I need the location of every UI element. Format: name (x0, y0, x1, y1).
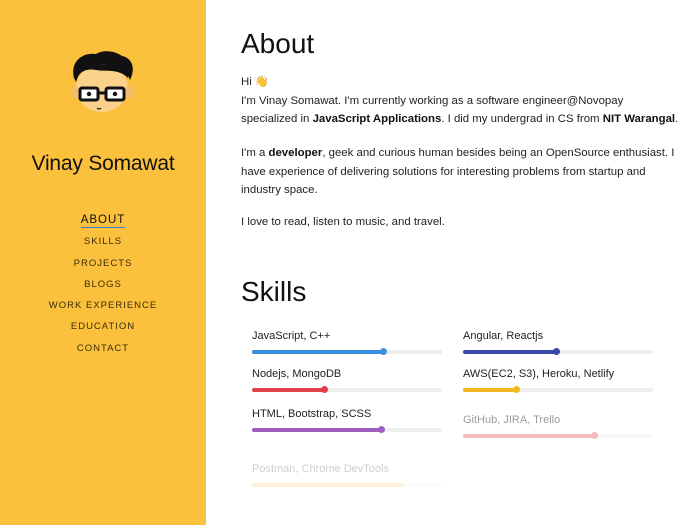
nav-item-contact[interactable]: CONTACT (0, 338, 206, 359)
sidebar-nav: ABOUT SKILLS PROJECTS BLOGS WORK EXPERIE… (0, 210, 206, 359)
nav-item-education[interactable]: EDUCATION (0, 316, 206, 337)
skill-bar (252, 426, 442, 433)
skill-bar-knob (553, 348, 561, 355)
skill-bar-knob (591, 432, 599, 439)
about-developer: I'm a developer, geek and curious human … (241, 144, 681, 200)
about-greeting: Hi 👋 (241, 76, 270, 88)
skill-bar (252, 348, 442, 355)
skill-item: JavaScript, C++ (252, 330, 444, 355)
skill-bar-fill (252, 350, 384, 354)
skill-label: JavaScript, C++ (252, 330, 331, 342)
skill-item: GitHub, JIRA, Trello (463, 414, 655, 439)
skill-item: Angular, Reactjs (463, 330, 655, 355)
nav-item-projects[interactable]: PROJECTS (0, 253, 206, 274)
nav-item-skills[interactable]: SKILLS (0, 231, 206, 252)
nav-item-about[interactable]: ABOUT (0, 210, 206, 231)
skill-label: Postman, Chrome DevTools (252, 463, 389, 475)
skill-bar (463, 348, 653, 355)
about-highlight-js: JavaScript Applications (312, 113, 442, 125)
skill-bar-fill (252, 388, 325, 392)
profile-name: Vinay Somawat (31, 152, 175, 175)
avatar (71, 51, 133, 112)
sidebar: Vinay Somawat ABOUT SKILLS PROJECTS BLOG… (0, 0, 206, 525)
skill-bar (463, 432, 653, 439)
skills-heading: Skills (241, 276, 307, 307)
skill-bar-fill (252, 428, 382, 432)
nav-item-blogs[interactable]: BLOGS (0, 274, 206, 295)
skill-item: AWS(EC2, S3), Heroku, Netlify (463, 368, 655, 393)
about-highlight-nit: NIT Warangal (602, 113, 676, 125)
skill-bar-knob (380, 348, 388, 355)
skill-item: Nodejs, MongoDB (252, 368, 444, 393)
skill-bar-fill (463, 388, 517, 392)
skill-label: HTML, Bootstrap, SCSS (252, 408, 372, 420)
skill-bar (252, 483, 442, 487)
skill-bar (252, 386, 442, 393)
skill-label: Nodejs, MongoDB (252, 368, 342, 380)
skill-bar (463, 386, 653, 393)
skill-bar-fill (463, 350, 557, 354)
about-hobbies: I love to read, listen to music, and tra… (241, 216, 445, 228)
skill-bar-fill (463, 434, 595, 438)
skill-bar-fill (252, 483, 404, 487)
skill-bar-knob (513, 386, 521, 393)
about-text: . (675, 113, 679, 125)
skill-item: HTML, Bootstrap, SCSS (252, 408, 444, 433)
skill-bar-knob (321, 386, 329, 393)
about-text: . I did my undergrad in CS from (441, 113, 603, 125)
about-text: I'm a (241, 147, 269, 159)
skill-bar-knob (378, 426, 386, 433)
skill-label: AWS(EC2, S3), Heroku, Netlify (463, 368, 615, 380)
about-heading: About (241, 28, 315, 59)
skill-label: Angular, Reactjs (463, 330, 544, 342)
about-highlight-developer: developer (268, 147, 323, 159)
skill-item: Postman, Chrome DevTools (252, 463, 444, 487)
about-intro: Hi 👋 I'm Vinay Somawat. I'm currently wo… (241, 73, 681, 129)
nav-item-work-experience[interactable]: WORK EXPERIENCE (0, 295, 206, 316)
skill-label: GitHub, JIRA, Trello (463, 414, 561, 426)
